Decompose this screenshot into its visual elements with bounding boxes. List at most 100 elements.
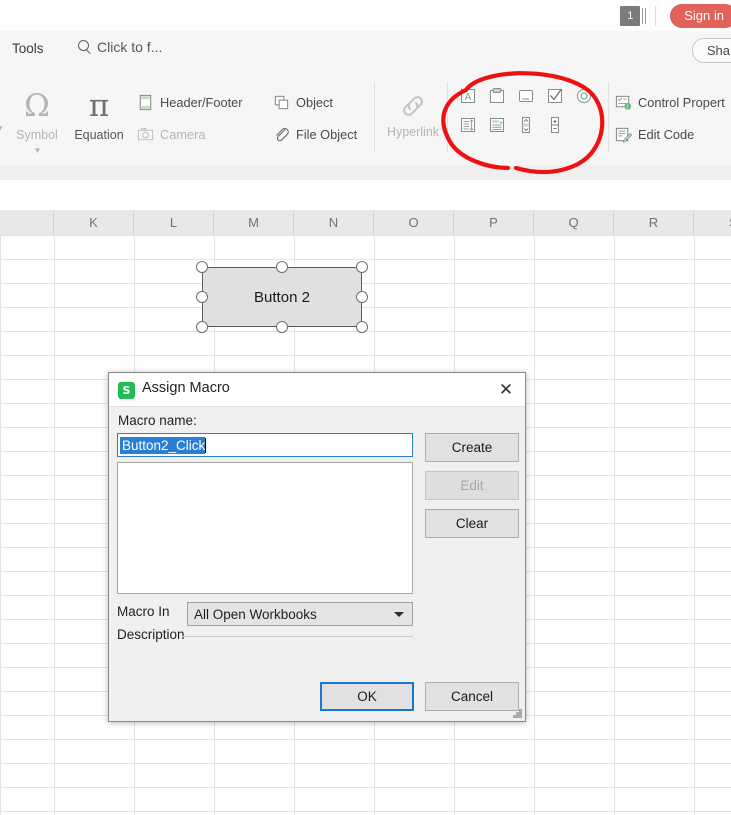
camera-button[interactable]: Camera	[136, 121, 206, 147]
control-properties-button[interactable]: i Control Propert	[614, 89, 725, 115]
combo-box-control-icon[interactable]	[482, 110, 511, 139]
svg-text:i: i	[627, 104, 628, 110]
grid-hline	[0, 235, 731, 236]
resize-handle-n[interactable]	[276, 261, 288, 273]
app-icon: S	[118, 382, 135, 399]
header-footer-button[interactable]: Header/Footer	[136, 89, 243, 115]
file-object-label: File Object	[296, 126, 358, 142]
column-header-s[interactable]: S	[694, 210, 731, 235]
window-stack-icon	[642, 7, 647, 24]
title-bar-right-cluster: 1 Sign in	[620, 0, 731, 31]
resize-handle-ne[interactable]	[356, 261, 368, 273]
edit-code-label: Edit Code	[638, 126, 695, 142]
column-header-l[interactable]: L	[134, 210, 214, 235]
dialog-title-bar[interactable]: S Assign Macro ✕	[109, 373, 525, 407]
hyperlink-button[interactable]: Hyperlink	[382, 86, 444, 139]
grid-hline	[0, 259, 731, 260]
ribbon-group-code: i Control Propert Edit Code	[614, 70, 731, 165]
chevron-down-icon[interactable]: ▼	[34, 146, 42, 155]
column-header-r[interactable]: R	[614, 210, 694, 235]
scroll-bar-control-icon[interactable]	[511, 110, 540, 139]
pi-icon: π	[88, 88, 110, 124]
grid-hline	[0, 787, 731, 788]
grid-hline	[0, 307, 731, 308]
grid-hline	[0, 811, 731, 812]
clear-button[interactable]: Clear	[425, 509, 519, 538]
ribbon-group-links: Hyperlink	[380, 70, 446, 165]
macro-in-label: Macro In	[117, 604, 170, 619]
edit-button: Edit	[425, 471, 519, 500]
resize-handle-e[interactable]	[356, 291, 368, 303]
ok-button[interactable]: OK	[320, 682, 414, 711]
column-header-partial[interactable]	[0, 210, 54, 235]
file-object-button[interactable]: File Object	[272, 121, 357, 147]
macro-name-value: Button2_Click	[120, 436, 206, 454]
control-properties-icon: i	[615, 95, 632, 110]
svg-text:A: A	[464, 92, 471, 103]
search-input[interactable]: Click to f...	[97, 39, 162, 55]
grid-vline	[54, 235, 55, 815]
form-button-label: Button 2	[254, 288, 310, 306]
grid-vline	[534, 235, 535, 815]
formula-bar[interactable]	[0, 180, 731, 211]
grid-hline	[0, 763, 731, 764]
chevron-down-icon[interactable]	[394, 612, 404, 617]
resize-handle-w[interactable]	[196, 291, 208, 303]
grid-vline	[694, 235, 695, 815]
resize-handle-nw[interactable]	[196, 261, 208, 273]
spin-button-control-icon[interactable]	[540, 110, 569, 139]
object-icon	[274, 95, 289, 109]
resize-handle-sw[interactable]	[196, 321, 208, 333]
share-button[interactable]: Sha	[691, 38, 731, 63]
search-box[interactable]: Click to f...	[78, 39, 162, 55]
resize-handle-s[interactable]	[276, 321, 288, 333]
window-count-badge[interactable]: 1	[620, 5, 641, 26]
cancel-button[interactable]: Cancel	[425, 682, 519, 711]
macro-list-box[interactable]	[117, 462, 413, 594]
symbol-button[interactable]: Ω Symbol ▼	[6, 86, 68, 160]
check-box-control-icon[interactable]	[540, 81, 569, 110]
grid-vline	[614, 235, 615, 815]
form-button-object[interactable]: Button 2	[202, 267, 362, 327]
hyperlink-icon	[403, 96, 423, 116]
sign-in-button[interactable]: Sign in	[670, 3, 731, 28]
omega-icon: Ω	[24, 88, 50, 124]
macro-name-input[interactable]: Button2_Click	[117, 433, 413, 457]
column-header-o[interactable]: O	[374, 210, 454, 235]
hyperlink-label: Hyperlink	[386, 125, 440, 139]
button-control-icon[interactable]	[511, 81, 540, 110]
text-caret	[205, 437, 207, 453]
overflow-caret-icon[interactable]: ▼	[0, 124, 4, 133]
option-button-control-icon[interactable]	[569, 81, 598, 110]
ribbon: ▼ Ω Symbol ▼ π Equation Header/Footer	[0, 70, 731, 166]
macro-name-label: Macro name:	[118, 413, 197, 428]
close-icon[interactable]: ✕	[493, 378, 519, 402]
column-header-m[interactable]: M	[214, 210, 294, 235]
dialog-title: Assign Macro	[142, 380, 230, 396]
object-button[interactable]: Object	[272, 89, 333, 115]
tab-tools[interactable]: Tools	[12, 41, 44, 56]
resize-grip[interactable]	[513, 709, 522, 718]
macro-in-select[interactable]: All Open Workbooks	[187, 602, 413, 626]
resize-handle-se[interactable]	[356, 321, 368, 333]
column-header-n[interactable]: N	[294, 210, 374, 235]
description-rule	[182, 636, 413, 637]
title-bar-divider	[655, 5, 657, 26]
ribbon-separator-3	[608, 82, 609, 152]
ribbon-separator-2	[447, 82, 448, 152]
header-footer-label: Header/Footer	[160, 94, 243, 110]
label-control-icon[interactable]: A	[453, 81, 482, 110]
create-button[interactable]: Create	[425, 433, 519, 462]
camera-label: Camera	[160, 126, 206, 142]
assign-macro-dialog: S Assign Macro ✕ Macro name: Button2_Cli…	[108, 372, 526, 722]
column-header-k[interactable]: K	[54, 210, 134, 235]
group-box-control-icon[interactable]	[482, 81, 511, 110]
control-properties-label: Control Propert	[638, 94, 725, 110]
edit-code-button[interactable]: Edit Code	[614, 121, 694, 147]
ribbon-tab-strip: Tools Click to f... Sha	[0, 31, 731, 70]
column-header-q[interactable]: Q	[534, 210, 614, 235]
grid-hline	[0, 355, 731, 356]
list-box-control-icon[interactable]	[453, 110, 482, 139]
column-header-p[interactable]: P	[454, 210, 534, 235]
equation-button[interactable]: π Equation	[68, 86, 130, 142]
